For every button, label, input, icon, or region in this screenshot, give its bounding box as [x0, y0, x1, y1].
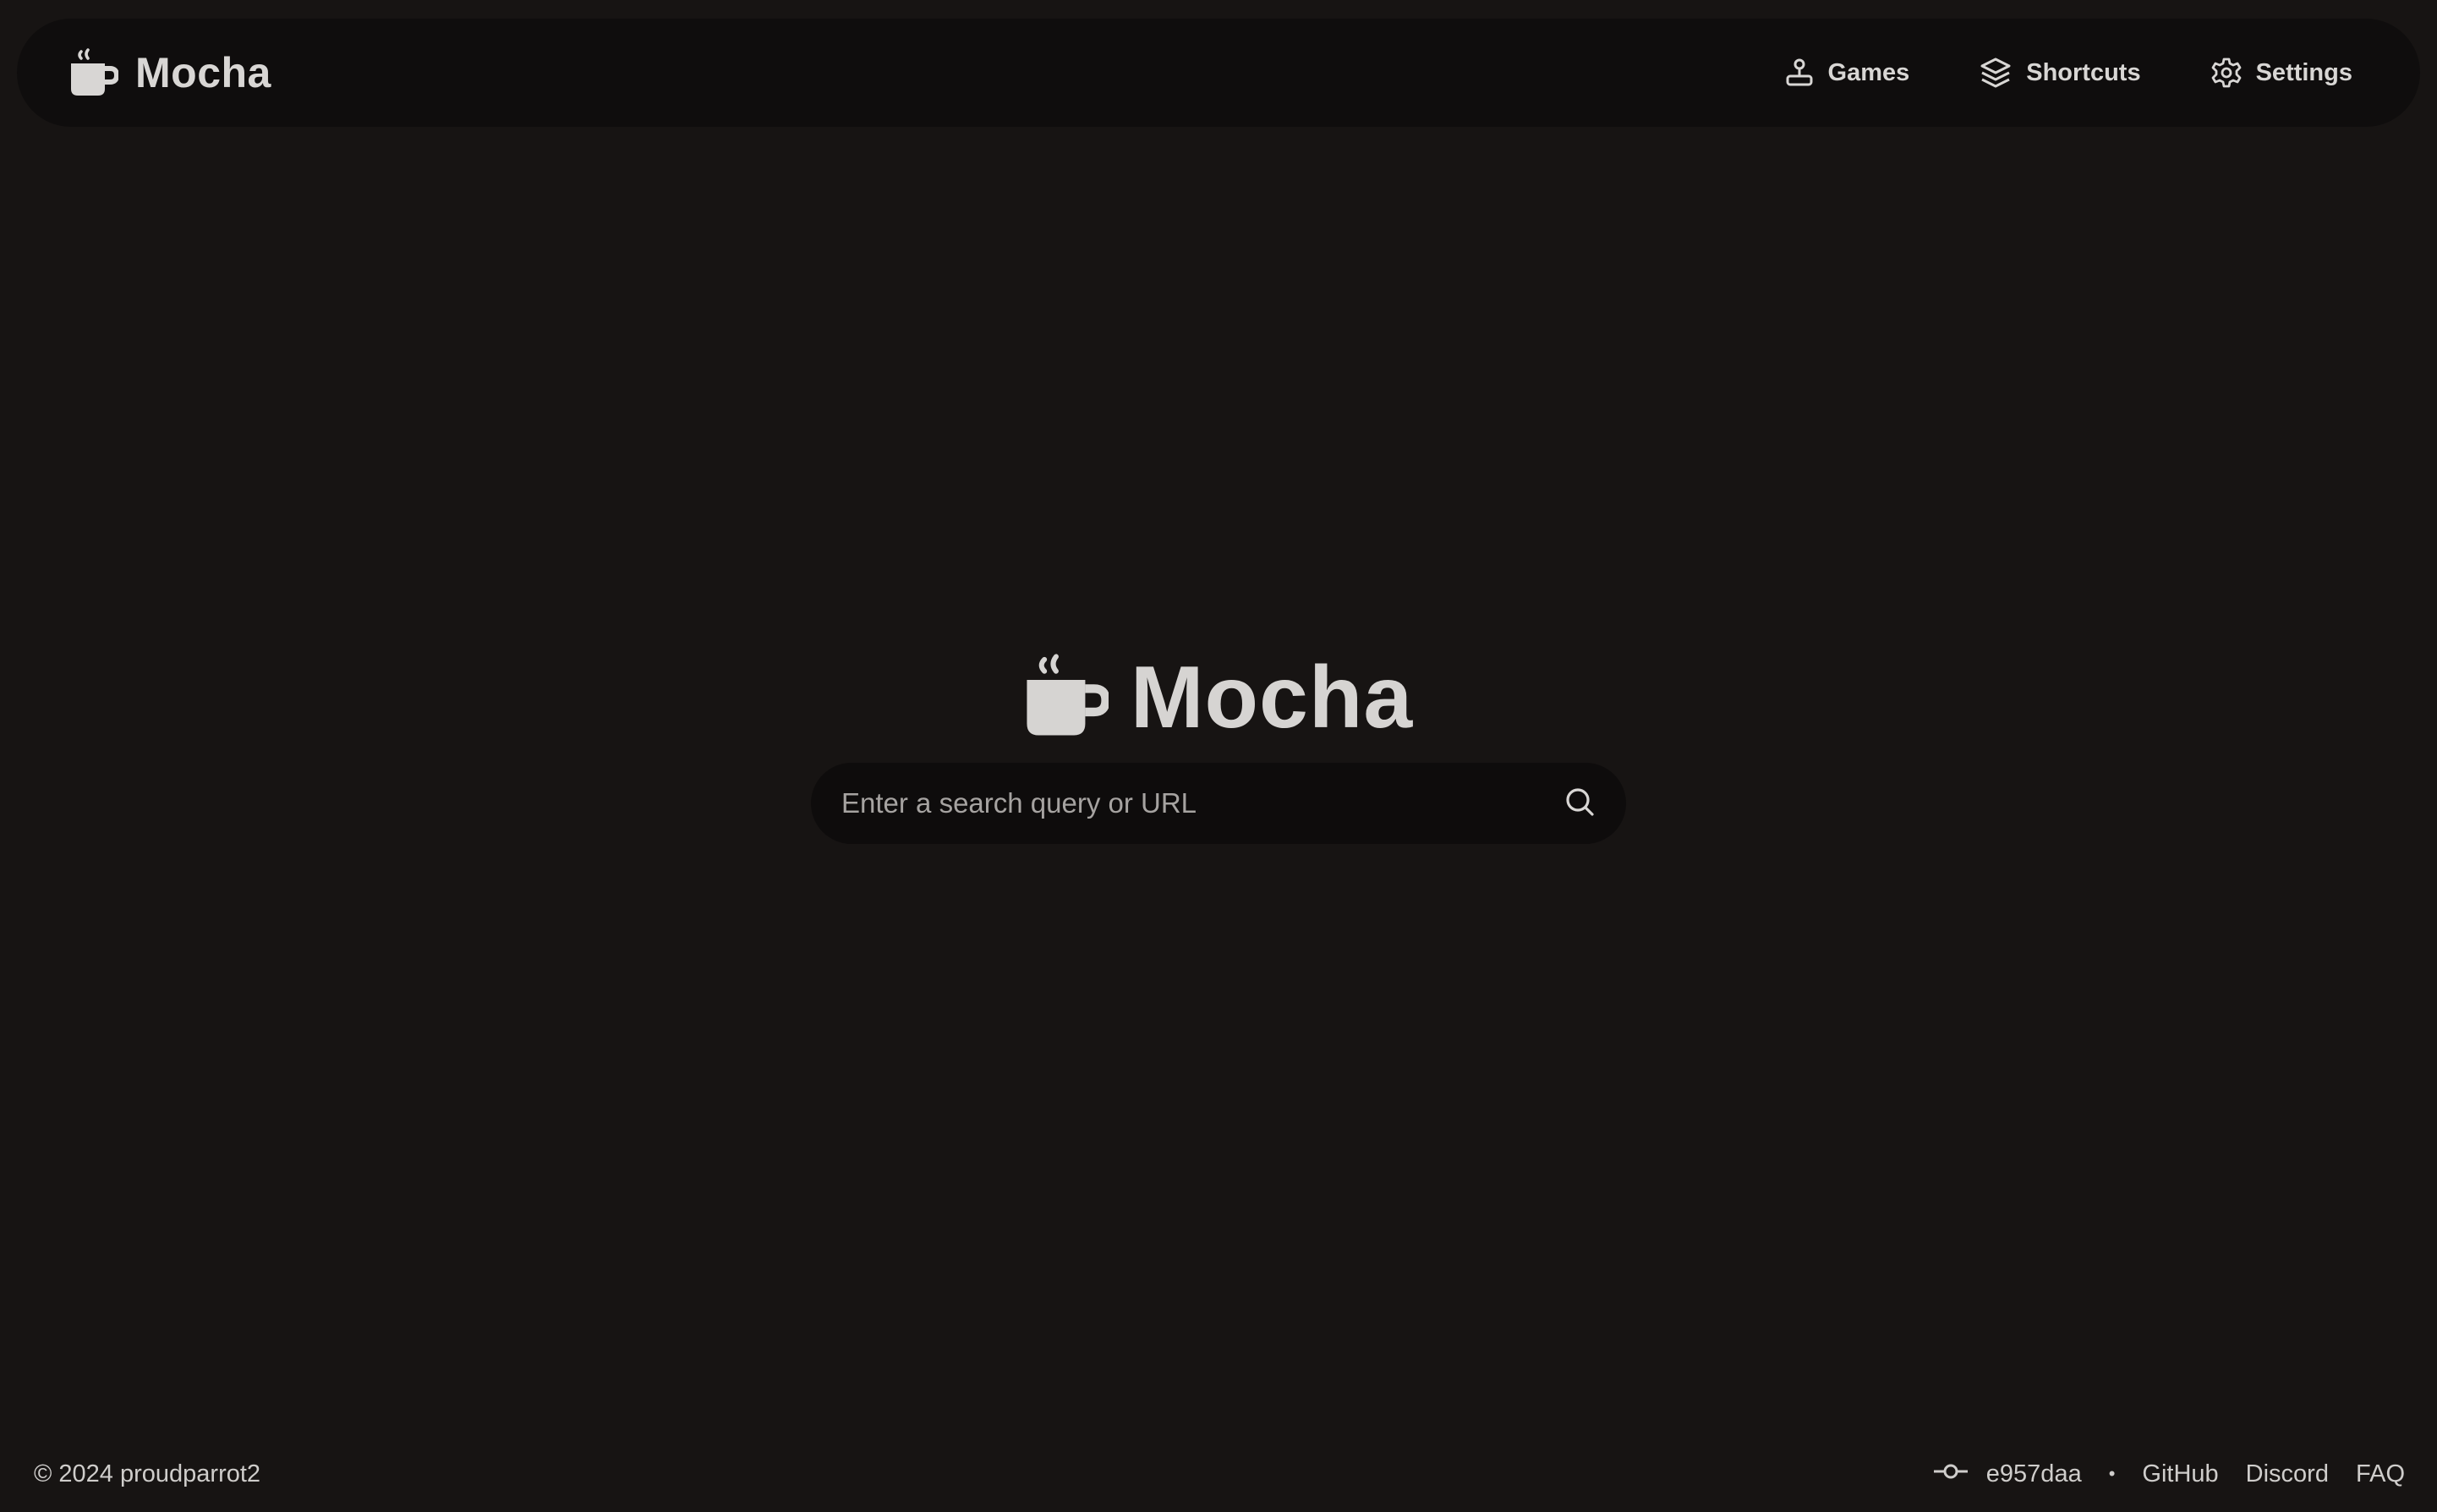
search-button[interactable]	[1557, 781, 1602, 826]
footer-separator: •	[2108, 1463, 2116, 1484]
main-nav: Games Shortcuts Settings	[1784, 56, 2352, 90]
search-input[interactable]	[840, 786, 1557, 820]
copyright-text: © 2024 proudparrot2	[34, 1460, 261, 1487]
main-content: Mocha	[0, 649, 2437, 844]
brand-name: Mocha	[135, 49, 271, 96]
coffee-cup-icon	[1024, 653, 1110, 742]
nav-games-label: Games	[1827, 58, 1910, 86]
nav-games[interactable]: Games	[1784, 58, 1910, 88]
coffee-cup-icon	[69, 48, 118, 97]
search-icon	[1563, 785, 1596, 823]
footer: © 2024 proudparrot2 e957daa • GitHub Dis…	[0, 1436, 2437, 1512]
footer-link-github[interactable]: GitHub	[2142, 1460, 2218, 1488]
footer-right: e957daa • GitHub Discord FAQ	[1932, 1460, 2405, 1488]
nav-settings-label: Settings	[2255, 58, 2352, 86]
nav-settings[interactable]: Settings	[2210, 57, 2352, 89]
search-bar	[811, 763, 1626, 844]
gear-icon	[2210, 57, 2243, 89]
git-commit-icon	[1932, 1460, 1969, 1488]
layers-icon	[1979, 56, 2013, 90]
brand-home-link[interactable]: Mocha	[69, 48, 271, 97]
footer-link-faq[interactable]: FAQ	[2356, 1460, 2405, 1488]
top-navbar: Mocha Games Shortcuts Settings	[17, 19, 2420, 127]
footer-link-discord[interactable]: Discord	[2246, 1460, 2329, 1488]
commit-info[interactable]: e957daa	[1932, 1460, 2082, 1488]
hero-title: Mocha	[1130, 648, 1414, 747]
commit-hash: e957daa	[1985, 1460, 2082, 1487]
joystick-icon	[1784, 58, 1815, 88]
nav-shortcuts-label: Shortcuts	[2026, 58, 2141, 86]
nav-shortcuts[interactable]: Shortcuts	[1979, 56, 2141, 90]
hero-logo: Mocha	[1024, 649, 1413, 747]
